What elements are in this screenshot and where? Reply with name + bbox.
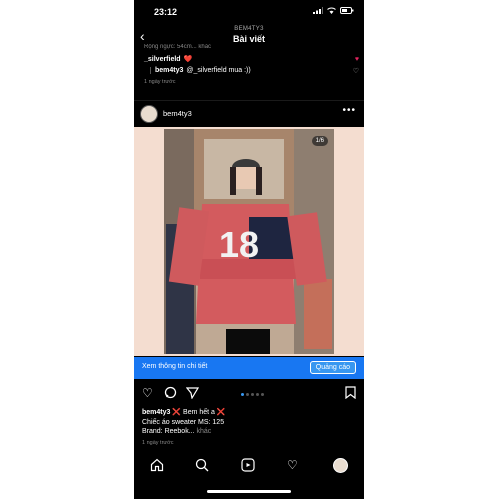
like-comment-heart-icon[interactable]: ♥ — [355, 56, 359, 63]
phone-screen: 23:12 ‹ BEM4TY3 Bài viết Rộng ngực: 54cm… — [134, 0, 364, 499]
comment-icon[interactable] — [164, 386, 177, 402]
bookmark-icon[interactable] — [345, 386, 356, 402]
post-header: bem4ty3 ••• — [134, 100, 364, 127]
signal-icon — [313, 7, 323, 14]
search-icon[interactable] — [195, 458, 209, 475]
reply-username[interactable]: bem4ty3 — [155, 67, 183, 74]
caption-line2: Chiếc áo sweater MS: 125 — [142, 418, 225, 426]
activity-heart-icon[interactable]: ♡ — [287, 458, 298, 472]
nav-username: BEM4TY3 — [234, 26, 264, 32]
comment-emoji: ❤️ — [183, 56, 193, 63]
home-indicator — [207, 490, 291, 493]
pager-dot — [241, 393, 244, 396]
pager-dot — [261, 393, 264, 396]
post-actions: ♡ — [134, 386, 364, 404]
cta-bar[interactable]: Xem thông tin chi tiết Quảng cáo — [134, 357, 364, 379]
comment-row: _silverfield ❤️ ♥ — [144, 55, 359, 64]
bottom-tab-bar: ♡ — [134, 452, 364, 480]
post-username[interactable]: bem4ty3 — [163, 109, 192, 118]
comment-time: 1 ngày trước — [144, 79, 176, 85]
battery-icon — [340, 7, 354, 14]
photo-illustration: 18 — [164, 129, 334, 354]
page-title: Bài viết — [232, 34, 265, 44]
post-media[interactable]: 18 — [134, 127, 364, 356]
heart-icon[interactable]: ♡ — [142, 386, 153, 400]
more-options-icon[interactable]: ••• — [342, 105, 356, 116]
comment-username[interactable]: _silverfield — [144, 56, 181, 63]
caption-time: 1 ngày trước — [142, 439, 174, 446]
share-icon[interactable] — [185, 386, 200, 402]
ad-button[interactable]: Quảng cáo — [309, 361, 356, 374]
reels-icon[interactable] — [241, 458, 255, 475]
caption-line1: ❌ Bem hết a ❌ — [172, 409, 226, 416]
pager-dot — [256, 393, 259, 396]
reply-row: bem4ty3 @_silverfield mua :)) ♡ — [150, 67, 359, 75]
like-reply-heart-icon[interactable]: ♡ — [353, 67, 359, 75]
pager-dot — [246, 393, 249, 396]
home-icon[interactable] — [150, 458, 164, 475]
image-pager — [241, 393, 264, 396]
post-photo: 18 — [164, 129, 334, 354]
post-caption: bem4ty3 ❌ Bem hết a ❌ Chiếc áo sweater M… — [142, 408, 357, 448]
caption-username[interactable]: bem4ty3 — [142, 409, 170, 416]
jersey-number: 18 — [219, 224, 259, 265]
image-counter: 1/6 — [311, 136, 328, 146]
truncated-comment: Rộng ngực: 54cm... khác — [144, 44, 212, 50]
cta-text[interactable]: Xem thông tin chi tiết — [142, 363, 207, 370]
reply-text: @_silverfield mua :)) — [186, 67, 251, 74]
wifi-icon — [327, 7, 336, 14]
pager-dot — [251, 393, 254, 396]
avatar[interactable] — [140, 105, 158, 123]
status-icons — [313, 7, 354, 14]
profile-avatar[interactable] — [333, 458, 348, 473]
caption-more-link[interactable]: khác — [196, 428, 211, 435]
status-time: 23:12 — [154, 7, 178, 17]
caption-line3: Brand: Reebok... — [142, 428, 195, 435]
comments-section: Rộng ngực: 54cm... khác _silverfield ❤️ … — [144, 44, 359, 85]
